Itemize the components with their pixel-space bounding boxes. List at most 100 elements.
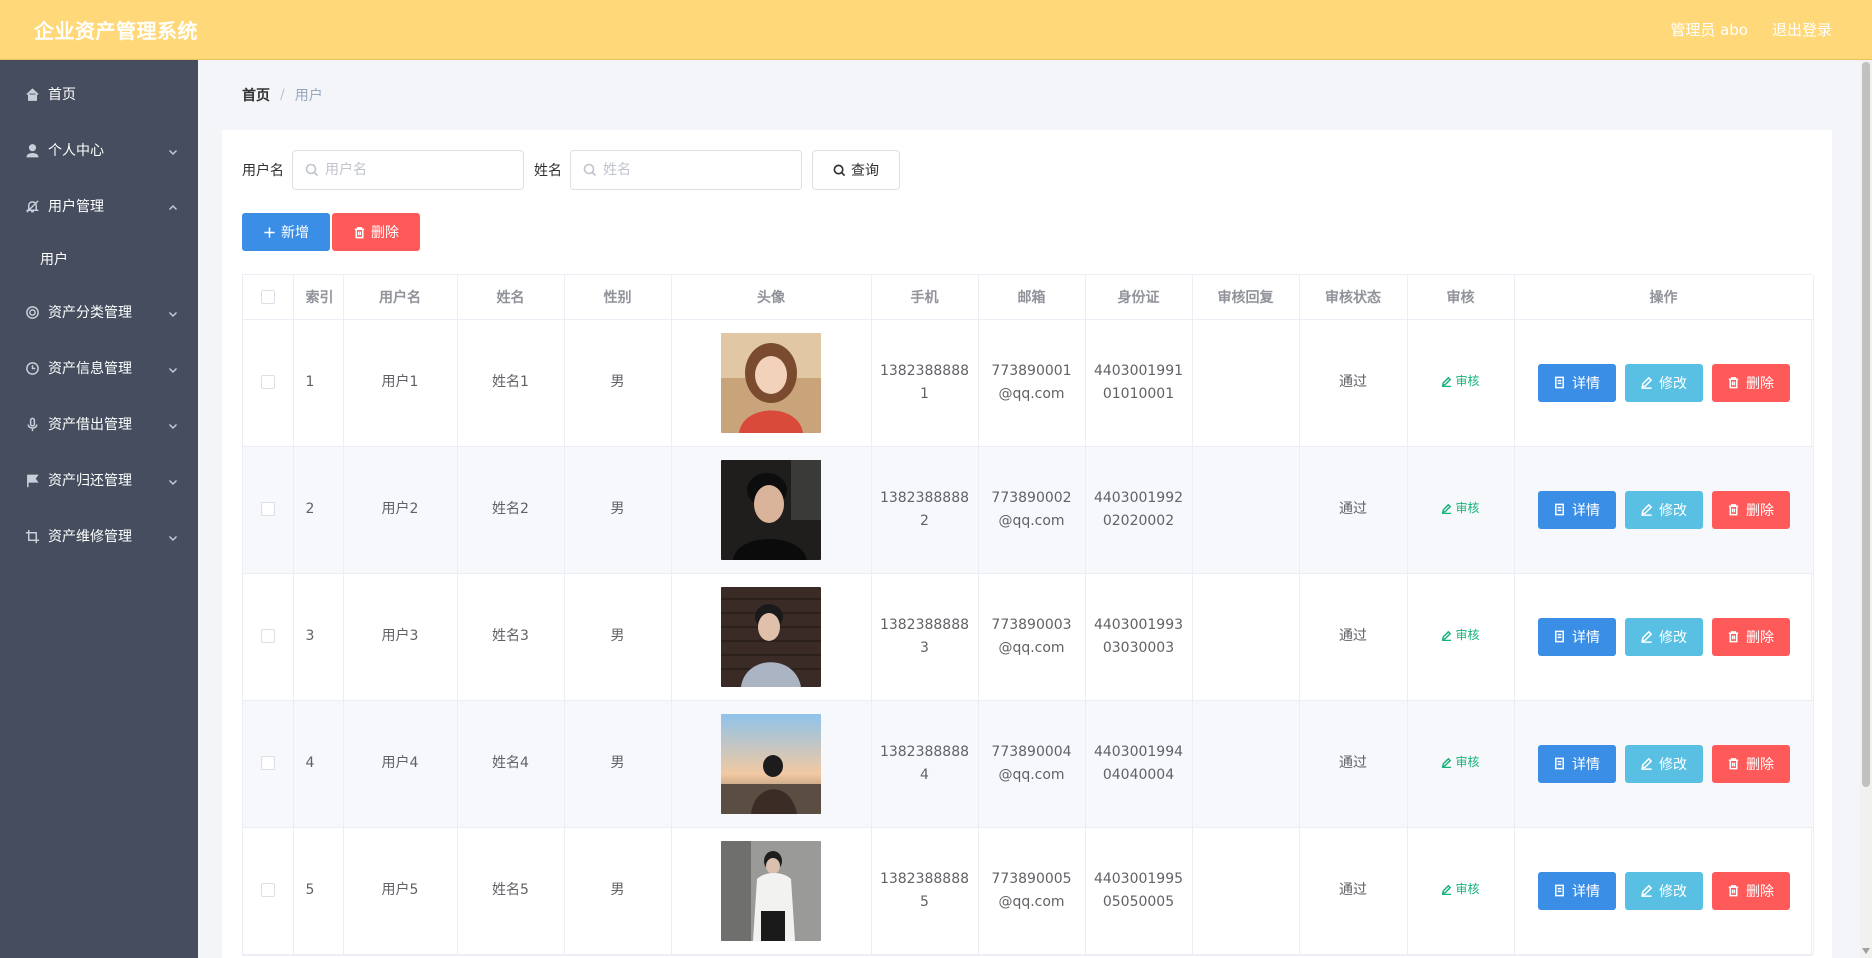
sidebar-subitem-user[interactable]: 用户 [0,234,198,284]
sidebar-item-asset-repair[interactable]: 资产维修管理 [0,508,198,564]
trash-icon [1728,758,1739,770]
edit-button-label: 修改 [1659,375,1687,392]
row-checkbox-cell[interactable] [243,827,294,955]
name-label: 姓名 [534,163,562,179]
user-table: 索引 用户名 姓名 性别 头像 手机 邮箱 身份证 审核回复 审核状态 审核 操… [242,274,1814,956]
sidebar-item-user-management[interactable]: 用户管理 [0,178,198,234]
cell-audit-reply [1192,827,1300,955]
cell-audit-reply [1192,700,1300,828]
edit-icon [1442,503,1452,514]
column-header: 操作 [1514,275,1814,320]
column-header: 姓名 [457,275,565,320]
row-checkbox-cell[interactable] [243,319,294,447]
audit-link[interactable]: 审核 [1441,751,1480,774]
row-checkbox[interactable] [260,756,275,770]
cell-operations: 详情 修改 删除 [1514,319,1814,447]
select-all-checkbox-cell[interactable] [243,275,294,320]
row-checkbox-cell[interactable] [243,700,294,828]
name-search-input[interactable] [603,162,783,178]
cell-avatar [671,827,872,955]
cell-username: 用户3 [343,573,458,701]
cell-index: 2 [293,446,344,574]
document-icon [1555,630,1564,643]
audit-link-label: 审核 [1455,374,1480,388]
audit-link[interactable]: 审核 [1441,497,1480,520]
audit-link[interactable]: 审核 [1441,624,1480,647]
avatar-photo[interactable] [721,332,821,433]
lifebuoy-icon [24,304,40,320]
column-header: 审核回复 [1192,275,1300,320]
row-checkbox[interactable] [260,629,275,643]
cell-operations: 详情 修改 删除 [1514,446,1814,574]
admin-label[interactable]: 管理员 abo [1670,19,1748,40]
sidebar-item-personal-center[interactable]: 个人中心 [0,122,198,178]
detail-button[interactable]: 详情 [1537,617,1616,656]
audit-link[interactable]: 审核 [1441,370,1480,393]
audit-link-label: 审核 [1455,755,1480,769]
content-panel: 用户名 姓名 查询 新增 删除 [222,130,1832,958]
audit-link[interactable]: 审核 [1441,878,1480,901]
row-checkbox[interactable] [260,502,275,516]
delete-button[interactable]: 删除 [1711,871,1790,910]
sidebar-item-asset-info[interactable]: 资产信息管理 [0,340,198,396]
sidebar-item-asset-return[interactable]: 资产归还管理 [0,452,198,508]
avatar-photo[interactable] [721,586,821,687]
name-search-field[interactable] [570,150,802,190]
scroll-down-arrow-icon[interactable] [1862,948,1870,954]
detail-button[interactable]: 详情 [1537,871,1616,910]
flag-icon [24,472,40,488]
add-button[interactable]: 新增 [242,213,330,251]
delete-button[interactable]: 删除 [1711,490,1790,529]
avatar-photo[interactable] [721,840,821,941]
username-search-input[interactable] [325,162,505,178]
query-button[interactable]: 查询 [812,150,900,190]
search-icon [833,164,846,176]
crop-icon [24,528,40,544]
sidebar-item-asset-category[interactable]: 资产分类管理 [0,284,198,340]
edit-button[interactable]: 修改 [1624,490,1703,529]
sidebar-item-home[interactable]: 首页 [0,66,198,122]
avatar-photo[interactable] [721,713,821,814]
edit-button[interactable]: 修改 [1624,871,1703,910]
delete-button[interactable]: 删除 [1711,744,1790,783]
cell-audit-status: 通过 [1299,446,1408,574]
edit-icon [1641,630,1653,643]
logout-link[interactable]: 退出登录 [1772,19,1832,40]
breadcrumb-home[interactable]: 首页 [242,85,270,105]
select-all-checkbox[interactable] [260,289,275,304]
row-checkbox-cell[interactable] [243,446,294,574]
batch-delete-button[interactable]: 删除 [332,213,420,251]
delete-button[interactable]: 删除 [1711,617,1790,656]
delete-button-label: 删除 [1746,629,1774,646]
sidebar-item-label: 资产信息管理 [48,361,132,377]
search-icon [305,163,319,177]
cell-username: 用户2 [343,446,458,574]
avatar-photo[interactable] [721,459,821,560]
edit-button[interactable]: 修改 [1624,363,1703,402]
sidebar-item-asset-lending[interactable]: 资产借出管理 [0,396,198,452]
breadcrumb: 首页 / 用户 [242,85,323,105]
edit-button-label: 修改 [1659,756,1687,773]
row-checkbox[interactable] [260,883,275,897]
delete-button-label: 删除 [1746,756,1774,773]
row-checkbox[interactable] [260,375,275,389]
table-row: 1 用户1 姓名1 男 13823888881 773890001@qq.com… [243,319,1814,447]
plus-icon [264,226,275,238]
detail-button[interactable]: 详情 [1537,744,1616,783]
scrollbar-thumb[interactable] [1862,62,1870,787]
detail-button[interactable]: 详情 [1537,363,1616,402]
cell-audit-reply [1192,573,1300,701]
column-header: 审核 [1407,275,1515,320]
page-scrollbar[interactable] [1860,60,1872,958]
username-search-field[interactable] [292,150,524,190]
breadcrumb-current: 用户 [294,88,323,104]
edit-button[interactable]: 修改 [1624,744,1703,783]
cell-audit: 审核 [1407,827,1515,955]
cell-id-card: 440300199101010001 [1085,319,1193,447]
cell-id-card: 440300199505050005 [1085,827,1193,955]
cell-phone: 13823888881 [871,319,979,447]
delete-button[interactable]: 删除 [1711,363,1790,402]
edit-button[interactable]: 修改 [1624,617,1703,656]
row-checkbox-cell[interactable] [243,573,294,701]
detail-button[interactable]: 详情 [1537,490,1616,529]
